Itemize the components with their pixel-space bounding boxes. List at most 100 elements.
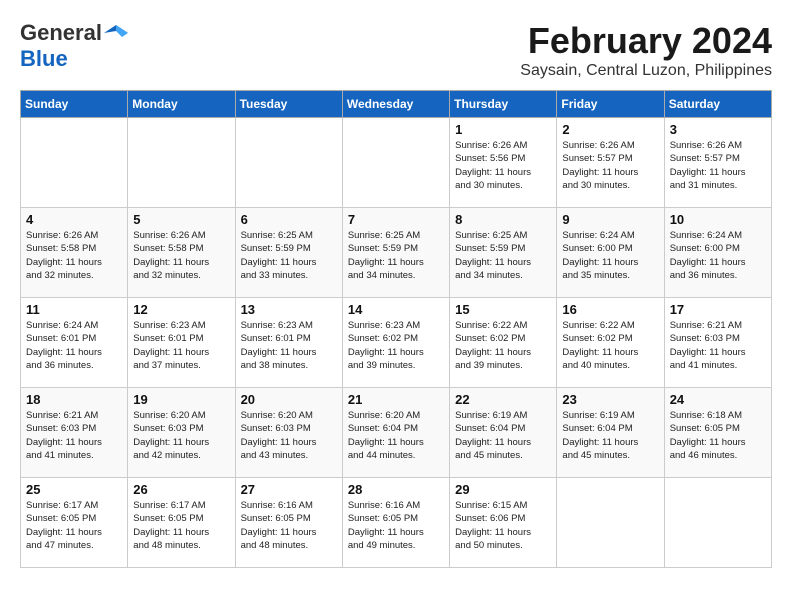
calendar-cell <box>128 118 235 208</box>
calendar-week-5: 25 Sunrise: 6:17 AM Sunset: 6:05 PM Dayli… <box>21 478 772 568</box>
day-number: 5 <box>133 212 229 227</box>
cell-info: Sunrise: 6:16 AM Sunset: 6:05 PM Dayligh… <box>348 499 444 552</box>
logo-bird-icon <box>104 23 128 43</box>
calendar-cell: 3 Sunrise: 6:26 AM Sunset: 5:57 PM Daylig… <box>664 118 771 208</box>
calendar-cell: 19 Sunrise: 6:20 AM Sunset: 6:03 PM Dayli… <box>128 388 235 478</box>
calendar-cell: 26 Sunrise: 6:17 AM Sunset: 6:05 PM Dayli… <box>128 478 235 568</box>
cell-info: Sunrise: 6:17 AM Sunset: 6:05 PM Dayligh… <box>133 499 229 552</box>
cell-info: Sunrise: 6:22 AM Sunset: 6:02 PM Dayligh… <box>562 319 658 372</box>
cell-info: Sunrise: 6:22 AM Sunset: 6:02 PM Dayligh… <box>455 319 551 372</box>
day-number: 2 <box>562 122 658 137</box>
cell-info: Sunrise: 6:24 AM Sunset: 6:01 PM Dayligh… <box>26 319 122 372</box>
cell-info: Sunrise: 6:26 AM Sunset: 5:58 PM Dayligh… <box>26 229 122 282</box>
cell-info: Sunrise: 6:25 AM Sunset: 5:59 PM Dayligh… <box>455 229 551 282</box>
calendar-week-1: 1Sunrise: 6:26 AM Sunset: 5:56 PM Daylig… <box>21 118 772 208</box>
calendar-header-monday: Monday <box>128 91 235 118</box>
logo: General Blue <box>20 20 128 72</box>
title-block: February 2024 Saysain, Central Luzon, Ph… <box>520 20 772 80</box>
calendar-cell <box>557 478 664 568</box>
day-number: 28 <box>348 482 444 497</box>
day-number: 16 <box>562 302 658 317</box>
logo-general: General <box>20 20 102 46</box>
calendar-cell: 10Sunrise: 6:24 AM Sunset: 6:00 PM Dayli… <box>664 208 771 298</box>
logo-blue: Blue <box>20 46 68 72</box>
cell-info: Sunrise: 6:17 AM Sunset: 6:05 PM Dayligh… <box>26 499 122 552</box>
day-number: 17 <box>670 302 766 317</box>
cell-info: Sunrise: 6:23 AM Sunset: 6:02 PM Dayligh… <box>348 319 444 372</box>
day-number: 3 <box>670 122 766 137</box>
calendar-header-sunday: Sunday <box>21 91 128 118</box>
day-number: 20 <box>241 392 337 407</box>
calendar-cell: 20 Sunrise: 6:20 AM Sunset: 6:03 PM Dayli… <box>235 388 342 478</box>
day-number: 11 <box>26 302 122 317</box>
day-number: 4 <box>26 212 122 227</box>
cell-info: Sunrise: 6:15 AM Sunset: 6:06 PM Dayligh… <box>455 499 551 552</box>
day-number: 22 <box>455 392 551 407</box>
day-number: 13 <box>241 302 337 317</box>
calendar-cell: 28 Sunrise: 6:16 AM Sunset: 6:05 PM Dayli… <box>342 478 449 568</box>
month-year-title: February 2024 <box>520 20 772 62</box>
calendar-cell: 18 Sunrise: 6:21 AM Sunset: 6:03 PM Dayli… <box>21 388 128 478</box>
calendar-header-tuesday: Tuesday <box>235 91 342 118</box>
calendar-cell: 29 Sunrise: 6:15 AM Sunset: 6:06 PM Dayli… <box>450 478 557 568</box>
calendar-body: 1Sunrise: 6:26 AM Sunset: 5:56 PM Daylig… <box>21 118 772 568</box>
calendar-week-2: 4 Sunrise: 6:26 AM Sunset: 5:58 PM Daylig… <box>21 208 772 298</box>
day-number: 18 <box>26 392 122 407</box>
calendar-cell <box>235 118 342 208</box>
calendar-header-row: SundayMondayTuesdayWednesdayThursdayFrid… <box>21 91 772 118</box>
calendar-week-3: 11 Sunrise: 6:24 AM Sunset: 6:01 PM Dayli… <box>21 298 772 388</box>
calendar-header-friday: Friday <box>557 91 664 118</box>
day-number: 25 <box>26 482 122 497</box>
page-header: General Blue February 2024 Saysain, Cent… <box>20 20 772 80</box>
calendar-cell: 13 Sunrise: 6:23 AM Sunset: 6:01 PM Dayli… <box>235 298 342 388</box>
cell-info: Sunrise: 6:19 AM Sunset: 6:04 PM Dayligh… <box>455 409 551 462</box>
calendar-cell: 27Sunrise: 6:16 AM Sunset: 6:05 PM Dayli… <box>235 478 342 568</box>
cell-info: Sunrise: 6:26 AM Sunset: 5:57 PM Dayligh… <box>562 139 658 192</box>
day-number: 10 <box>670 212 766 227</box>
cell-info: Sunrise: 6:21 AM Sunset: 6:03 PM Dayligh… <box>670 319 766 372</box>
cell-info: Sunrise: 6:23 AM Sunset: 6:01 PM Dayligh… <box>133 319 229 372</box>
calendar-cell <box>21 118 128 208</box>
day-number: 21 <box>348 392 444 407</box>
day-number: 29 <box>455 482 551 497</box>
day-number: 26 <box>133 482 229 497</box>
day-number: 12 <box>133 302 229 317</box>
cell-info: Sunrise: 6:20 AM Sunset: 6:03 PM Dayligh… <box>133 409 229 462</box>
day-number: 7 <box>348 212 444 227</box>
day-number: 1 <box>455 122 551 137</box>
calendar-cell: 6Sunrise: 6:25 AM Sunset: 5:59 PM Daylig… <box>235 208 342 298</box>
calendar-cell: 23Sunrise: 6:19 AM Sunset: 6:04 PM Dayli… <box>557 388 664 478</box>
calendar-cell: 8 Sunrise: 6:25 AM Sunset: 5:59 PM Daylig… <box>450 208 557 298</box>
calendar-header-saturday: Saturday <box>664 91 771 118</box>
cell-info: Sunrise: 6:24 AM Sunset: 6:00 PM Dayligh… <box>562 229 658 282</box>
calendar-cell: 5 Sunrise: 6:26 AM Sunset: 5:58 PM Daylig… <box>128 208 235 298</box>
calendar-cell: 11 Sunrise: 6:24 AM Sunset: 6:01 PM Dayli… <box>21 298 128 388</box>
calendar-cell: 2 Sunrise: 6:26 AM Sunset: 5:57 PM Daylig… <box>557 118 664 208</box>
calendar-cell: 22 Sunrise: 6:19 AM Sunset: 6:04 PM Dayli… <box>450 388 557 478</box>
calendar-cell: 25 Sunrise: 6:17 AM Sunset: 6:05 PM Dayli… <box>21 478 128 568</box>
calendar-cell: 16 Sunrise: 6:22 AM Sunset: 6:02 PM Dayli… <box>557 298 664 388</box>
calendar-cell <box>664 478 771 568</box>
location-subtitle: Saysain, Central Luzon, Philippines <box>520 62 772 80</box>
cell-info: Sunrise: 6:23 AM Sunset: 6:01 PM Dayligh… <box>241 319 337 372</box>
calendar-table: SundayMondayTuesdayWednesdayThursdayFrid… <box>20 90 772 568</box>
cell-info: Sunrise: 6:25 AM Sunset: 5:59 PM Dayligh… <box>348 229 444 282</box>
day-number: 24 <box>670 392 766 407</box>
cell-info: Sunrise: 6:26 AM Sunset: 5:57 PM Dayligh… <box>670 139 766 192</box>
day-number: 9 <box>562 212 658 227</box>
day-number: 6 <box>241 212 337 227</box>
cell-info: Sunrise: 6:21 AM Sunset: 6:03 PM Dayligh… <box>26 409 122 462</box>
calendar-cell <box>342 118 449 208</box>
cell-info: Sunrise: 6:26 AM Sunset: 5:58 PM Dayligh… <box>133 229 229 282</box>
cell-info: Sunrise: 6:20 AM Sunset: 6:03 PM Dayligh… <box>241 409 337 462</box>
calendar-cell: 21 Sunrise: 6:20 AM Sunset: 6:04 PM Dayli… <box>342 388 449 478</box>
calendar-week-4: 18 Sunrise: 6:21 AM Sunset: 6:03 PM Dayli… <box>21 388 772 478</box>
calendar-cell: 12 Sunrise: 6:23 AM Sunset: 6:01 PM Dayli… <box>128 298 235 388</box>
calendar-cell: 15Sunrise: 6:22 AM Sunset: 6:02 PM Dayli… <box>450 298 557 388</box>
day-number: 8 <box>455 212 551 227</box>
calendar-cell: 4 Sunrise: 6:26 AM Sunset: 5:58 PM Daylig… <box>21 208 128 298</box>
day-number: 19 <box>133 392 229 407</box>
calendar-cell: 14Sunrise: 6:23 AM Sunset: 6:02 PM Dayli… <box>342 298 449 388</box>
calendar-cell: 7 Sunrise: 6:25 AM Sunset: 5:59 PM Daylig… <box>342 208 449 298</box>
cell-info: Sunrise: 6:20 AM Sunset: 6:04 PM Dayligh… <box>348 409 444 462</box>
